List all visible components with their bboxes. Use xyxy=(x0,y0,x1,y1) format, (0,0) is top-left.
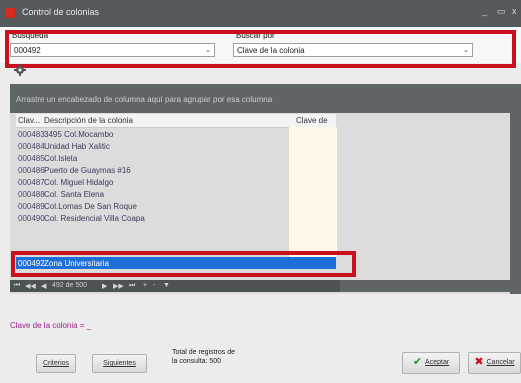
table-row[interactable]: 000488 Col. Santa Elena xyxy=(16,188,336,200)
remove-record-button[interactable]: - xyxy=(153,282,155,289)
gear-icon[interactable] xyxy=(14,64,26,76)
total-value: 500 xyxy=(209,358,222,365)
cell-clave: 000483 xyxy=(18,130,45,139)
table-row[interactable]: 000486 Puerto de Guaymas #16 xyxy=(16,164,336,176)
total-label-line1: Total de registros de xyxy=(172,349,236,356)
cancelar-label: Cancelar xyxy=(486,359,515,366)
total-label-line2: la consulta: xyxy=(172,358,208,365)
table-row[interactable]: 000483 3495 Col.Mocambo xyxy=(16,128,336,140)
cancelar-button[interactable]: ✖ Cancelar xyxy=(468,352,521,374)
prev-record-button[interactable]: ◀ xyxy=(41,282,46,290)
table-row[interactable]: 000489 Col.Lomas De San Roque xyxy=(16,200,336,212)
close-button[interactable]: x xyxy=(512,6,517,16)
table-row[interactable]: 000490 Col. Residencial Villa Coapa xyxy=(16,212,336,224)
record-position: 492 de 500 xyxy=(52,282,88,289)
record-navigator: ⏮ ◀◀ ◀ 492 de 500 ▶ ▶▶ ⏭ + - ▼ xyxy=(10,280,340,292)
siguientes-label: Siguientes xyxy=(103,360,136,367)
vertical-scrollbar[interactable] xyxy=(510,113,521,294)
prev-page-button[interactable]: ◀◀ xyxy=(25,282,36,290)
cell-descripcion: Puerto de Guaymas #16 xyxy=(44,166,131,175)
column-header-descripcion[interactable]: Descripción de la colonia xyxy=(44,116,133,125)
siguientes-button[interactable]: Siguientes xyxy=(92,354,147,373)
last-record-button[interactable]: ⏭ xyxy=(129,282,135,290)
cell-descripcion: Col. Miguel Hidalgo xyxy=(44,178,114,187)
maximize-button[interactable]: ▭ xyxy=(497,6,506,17)
table-row[interactable]: 000487 Col. Miguel Hidalgo xyxy=(16,176,336,188)
first-record-button[interactable]: ⏮ xyxy=(14,282,20,290)
search-highlight-box xyxy=(5,30,516,68)
total-registros: Total de registros de la consulta: 500 xyxy=(172,348,235,366)
aceptar-label: Aceptar xyxy=(425,359,450,366)
criterios-button[interactable]: Criterios xyxy=(36,354,76,373)
cell-descripcion: 3495 Col.Mocambo xyxy=(44,130,114,139)
cell-descripcion: Col.Isleta xyxy=(44,154,78,163)
cell-descripcion: Unidad Hab Xalitic xyxy=(44,142,110,151)
group-by-hint: Arrastre un encabezado de columna aquí p… xyxy=(16,95,273,104)
app-icon xyxy=(5,8,15,18)
cell-clave: 000490 xyxy=(18,214,45,223)
aceptar-button[interactable]: ✔ Aceptar xyxy=(402,352,460,374)
cell-descripcion: Col.Lomas De San Roque xyxy=(44,202,137,211)
table-row[interactable]: 000484 Unidad Hab Xalitic xyxy=(16,140,336,152)
grid-header: Clav... Descripción de la colonia Clave … xyxy=(16,114,336,134)
cross-icon: ✖ xyxy=(474,355,484,368)
group-by-bar[interactable]: Arrastre un encabezado de columna aquí p… xyxy=(10,84,521,113)
horizontal-scrollbar[interactable] xyxy=(340,280,510,292)
criterios-label: Criterios xyxy=(42,360,70,367)
title-bar: Control de colonias _ ▭ x xyxy=(0,0,521,27)
cell-clave: 000489 xyxy=(18,202,45,211)
minimize-button[interactable]: _ xyxy=(482,6,487,16)
cell-descripcion: Col. Santa Elena xyxy=(44,190,105,199)
cell-clave: 000486 xyxy=(18,166,45,175)
next-page-button[interactable]: ▶▶ xyxy=(113,282,124,290)
cell-clave: 000484 xyxy=(18,142,45,151)
next-record-button[interactable]: ▶ xyxy=(102,282,107,290)
add-record-button[interactable]: + xyxy=(143,282,147,289)
table-row[interactable]: 000485 Col.Isleta xyxy=(16,152,336,164)
column-header-clave[interactable]: Clav... xyxy=(18,116,40,125)
cell-clave: 000488 xyxy=(18,190,45,199)
window-title: Control de colonias xyxy=(22,7,100,17)
selection-highlight-box xyxy=(11,251,356,277)
filter-icon[interactable]: ▼ xyxy=(163,282,170,289)
cell-clave: 000485 xyxy=(18,154,45,163)
cell-descripcion: Col. Residencial Villa Coapa xyxy=(44,214,145,223)
checkmark-icon: ✔ xyxy=(412,355,423,368)
cell-clave: 000487 xyxy=(18,178,45,187)
filter-expression[interactable]: Clave de la colonia = _ xyxy=(10,321,91,330)
